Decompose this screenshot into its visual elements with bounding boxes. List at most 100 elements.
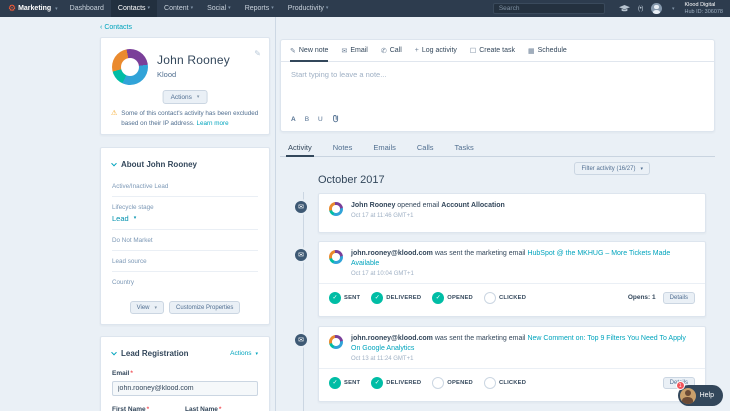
caret-down-icon: ▾ bbox=[271, 5, 274, 11]
task-checkbox-icon: ☐ bbox=[469, 47, 477, 55]
activity-text: John Rooney opened email Account Allocat… bbox=[351, 202, 505, 209]
activity-card-email-open: John Rooney opened email Account Allocat… bbox=[318, 193, 706, 233]
underline-button[interactable]: U bbox=[318, 116, 323, 123]
nav-item-productivity[interactable]: Productivity ▾ bbox=[281, 0, 336, 17]
customize-properties-button[interactable]: Customize Properties bbox=[169, 301, 241, 314]
tab-call[interactable]: ✆ Call bbox=[381, 40, 402, 61]
check-icon: ✓ bbox=[371, 291, 384, 304]
account-info[interactable]: Klood Digital Hub ID: 306078 bbox=[684, 2, 723, 15]
edit-pencil-icon[interactable]: ✎ bbox=[254, 49, 261, 58]
contact-name: John Rooney bbox=[157, 53, 230, 67]
name-fields-row: First Name* Last Name* bbox=[112, 406, 258, 411]
tab-schedule[interactable]: ▦ Schedule bbox=[528, 40, 567, 61]
contact-profile-card: John Rooney Klood ✎ Actions ▾ ⚠ Some of … bbox=[100, 37, 270, 135]
bold-button[interactable]: B bbox=[305, 116, 309, 123]
chevron-down-icon bbox=[111, 160, 117, 166]
email-field[interactable] bbox=[112, 381, 258, 396]
top-nav: ⚙ Marketing ▾ Dashboard Contacts ▾ Conten… bbox=[0, 0, 730, 17]
note-editor-body[interactable]: Start typing to leave a note... A B U bbox=[281, 62, 714, 131]
empty-circle-icon bbox=[483, 291, 496, 304]
breadcrumb-back-contacts[interactable]: ‹ Contacts bbox=[100, 24, 132, 31]
tab-calls[interactable]: Calls bbox=[417, 143, 434, 152]
caret-down-icon: ▾ bbox=[154, 304, 158, 311]
lead-actions-link[interactable]: Actions ▾ bbox=[230, 350, 258, 357]
caret-down-icon: ▾ bbox=[147, 5, 151, 11]
tab-log-activity[interactable]: + Log activity bbox=[415, 40, 457, 61]
check-icon: ✓ bbox=[432, 291, 445, 304]
chevron-down-icon bbox=[111, 349, 117, 355]
last-name-field-label: Last Name* bbox=[185, 406, 222, 411]
caret-down-icon: ▾ bbox=[55, 5, 58, 12]
activity-excluded-warning: ⚠ Some of this contact's activity has be… bbox=[111, 109, 264, 129]
tab-email[interactable]: ✉ Email bbox=[341, 40, 367, 61]
account-hub-id: Hub ID: 306078 bbox=[684, 8, 723, 15]
notifications-icon[interactable]: (•) bbox=[638, 5, 644, 12]
opens-count: Opens: 1 bbox=[627, 294, 656, 302]
nav-item-social[interactable]: Social ▾ bbox=[200, 0, 238, 17]
user-avatar[interactable] bbox=[650, 3, 662, 14]
status-chip-sent: ✓ SENT bbox=[329, 291, 360, 304]
academy-icon[interactable] bbox=[618, 4, 630, 13]
search-input[interactable] bbox=[492, 3, 605, 14]
tab-create-task[interactable]: ☐ Create task bbox=[470, 40, 515, 61]
required-marker: * bbox=[146, 406, 150, 411]
font-style-button[interactable]: A bbox=[291, 116, 296, 123]
caret-down-icon: ▾ bbox=[196, 94, 200, 100]
note-editor-placeholder[interactable]: Start typing to leave a note... bbox=[291, 70, 386, 79]
details-button[interactable]: Details bbox=[662, 291, 695, 304]
property-lead-source[interactable]: Lead source bbox=[112, 251, 258, 272]
nav-item-contacts[interactable]: Contacts ▾ bbox=[110, 0, 158, 17]
note-pencil-icon: ✎ bbox=[290, 47, 296, 55]
status-chip-delivered: ✓ DELIVERED bbox=[371, 376, 421, 389]
activity-text: john.rooney@klood.com was sent the marke… bbox=[351, 250, 671, 268]
email-event-icon: ✉ bbox=[293, 332, 309, 348]
caret-down-icon: ▾ bbox=[228, 5, 231, 11]
contact-avatar bbox=[112, 49, 148, 85]
activity-tab-strip: Activity Notes Emails Calls Tasks bbox=[280, 138, 715, 157]
activity-text: john.rooney@klood.com was sent the marke… bbox=[351, 335, 686, 353]
tab-activity[interactable]: Activity bbox=[286, 143, 314, 157]
nav-item-content[interactable]: Content ▾ bbox=[157, 0, 200, 17]
property-active-inactive-lead[interactable]: Active/Inactive Lead bbox=[112, 176, 258, 197]
tab-emails[interactable]: Emails bbox=[373, 143, 396, 152]
panel-divider bbox=[275, 17, 276, 411]
help-label: Help bbox=[699, 392, 714, 399]
property-do-not-market[interactable]: Do Not Market bbox=[112, 230, 258, 251]
property-lifecycle-stage[interactable]: Lifecycle stage Lead ▾ bbox=[112, 197, 258, 230]
brand-label: Marketing bbox=[18, 5, 52, 12]
hubspot-logo-icon: ⚙ bbox=[8, 3, 17, 13]
check-icon: ✓ bbox=[329, 376, 341, 389]
empty-circle-icon bbox=[483, 376, 496, 389]
learn-more-link[interactable]: Learn more bbox=[196, 120, 228, 127]
tab-tasks[interactable]: Tasks bbox=[455, 143, 474, 152]
contact-avatar bbox=[329, 250, 343, 264]
timeline-month-heading: October 2017 bbox=[318, 174, 385, 186]
filter-activity-button[interactable]: Filter activity (16/27) ▾ bbox=[574, 162, 650, 175]
phone-icon: ✆ bbox=[380, 47, 387, 55]
warning-text: Some of this contact's activity has been… bbox=[121, 110, 259, 127]
lead-registration-header[interactable]: Lead Registration Actions ▾ bbox=[111, 337, 258, 358]
activity-timestamp: Oct 17 at 10:04 GMT+1 bbox=[351, 271, 414, 278]
nav-right-cluster: (•) ▾ Klood Digital Hub ID: 306078 bbox=[618, 2, 723, 15]
profile-actions-button[interactable]: Actions ▾ bbox=[162, 90, 208, 104]
nav-item-reports[interactable]: Reports ▾ bbox=[238, 0, 281, 17]
brand-menu[interactable]: ⚙ Marketing ▾ bbox=[8, 4, 58, 13]
warning-triangle-icon: ⚠ bbox=[111, 110, 118, 117]
lead-registration-title: Lead Registration bbox=[121, 349, 189, 358]
engagement-composer-card: ✎ New note ✉ Email ✆ Call + Log activity… bbox=[280, 39, 715, 132]
check-icon: ✓ bbox=[329, 291, 341, 304]
hubspot-contact-page: ⚙ Marketing ▾ Dashboard Contacts ▾ Conten… bbox=[0, 0, 730, 411]
status-chip-sent: ✓ SENT bbox=[329, 376, 360, 389]
attachment-paperclip-icon[interactable] bbox=[332, 114, 339, 125]
tab-notes[interactable]: Notes bbox=[333, 143, 353, 152]
chevron-left-icon: ‹ bbox=[100, 24, 103, 31]
lifecycle-stage-dropdown[interactable]: Lead ▾ bbox=[112, 214, 258, 223]
about-section-header[interactable]: About John Rooney bbox=[111, 148, 258, 169]
activity-card-marketing-email-1: john.rooney@klood.com was sent the marke… bbox=[318, 241, 706, 317]
about-buttons-row: View ▾ Customize Properties bbox=[112, 301, 258, 314]
nav-item-dashboard[interactable]: Dashboard bbox=[63, 0, 111, 17]
help-widget[interactable]: 1 Help bbox=[675, 381, 723, 406]
property-country[interactable]: Country bbox=[112, 272, 258, 292]
view-button[interactable]: View ▾ bbox=[129, 301, 165, 314]
tab-new-note[interactable]: ✎ New note bbox=[290, 40, 329, 62]
